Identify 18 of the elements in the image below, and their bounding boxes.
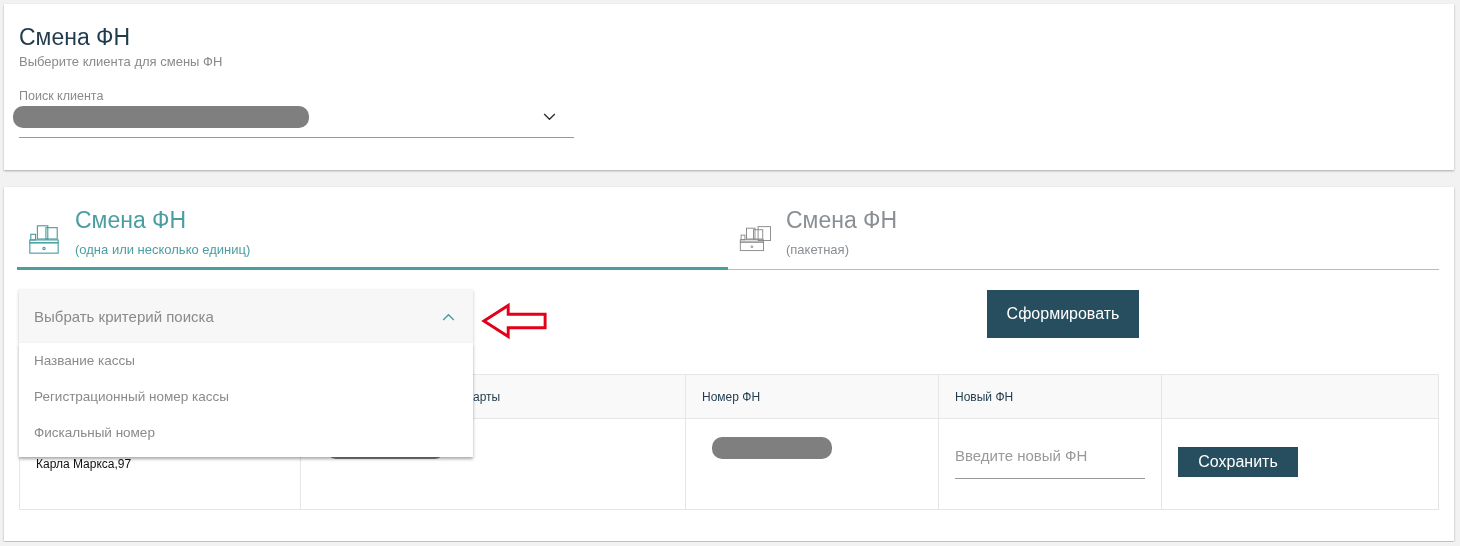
column-header: Номер ФН [702,389,761,404]
column-header: арты [473,389,501,404]
save-button[interactable]: Сохранить [1178,447,1298,477]
dropdown-option[interactable]: Название кассы [19,343,473,379]
cash-register-icon [27,222,61,256]
table-cell: Карла Маркса,97 [36,457,132,471]
client-search-field[interactable]: Поиск клиента [19,89,574,138]
dropdown-option[interactable]: Регистрационный номер кассы [19,379,473,415]
criteria-dropdown[interactable]: Выбрать критерий поиска [19,290,473,343]
column-header: Новый ФН [955,389,1014,404]
chevron-down-icon [543,113,556,121]
page-title: Смена ФН [19,24,132,50]
tab[interactable]: Смена ФН (одна или несколько единиц) [17,203,728,270]
arrow-icon [481,302,549,340]
generate-button[interactable]: Сформировать [987,290,1139,338]
page-subtitle: Выберите клиента для смены ФН [19,54,224,69]
tab[interactable]: Смена ФН (пакетная) [728,203,1439,270]
new-fn-cell[interactable]: Введите новый ФН [938,418,1162,510]
